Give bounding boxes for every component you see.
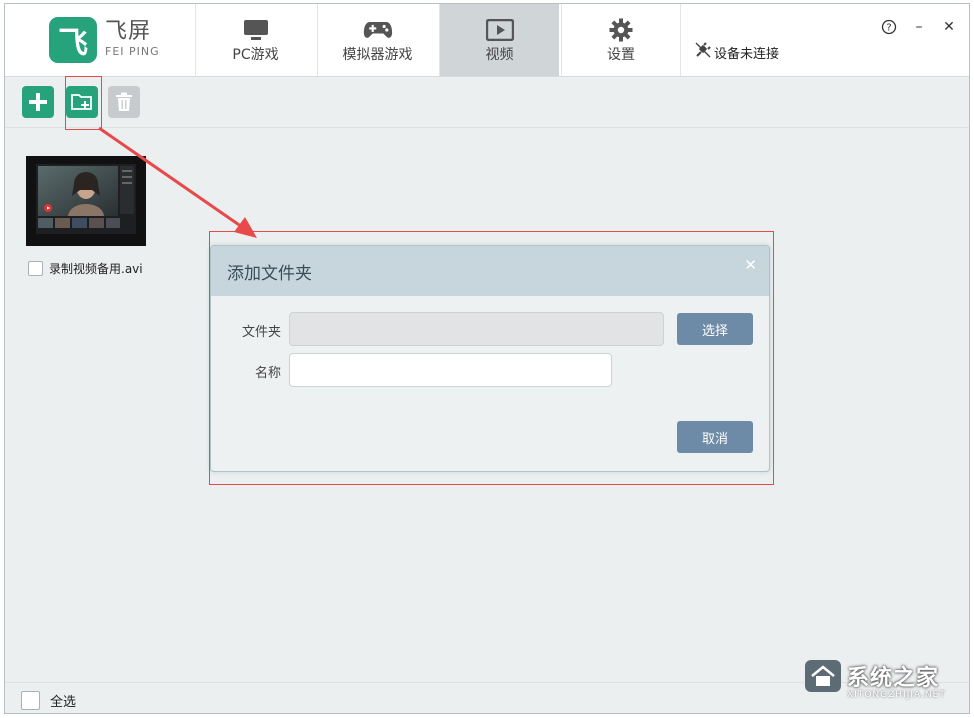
app-window: 飞 飞屏 FEI PING PC游戏 模拟器游戏 视频 设置 设备未连接 ? –…: [4, 3, 970, 714]
house-logo-icon: [805, 660, 841, 692]
annotation-arrow: [98, 126, 257, 238]
watermark-text: 系统之家: [847, 666, 940, 691]
site-watermark: 系统之家 XITONGZHIJIA.NET: [805, 660, 945, 700]
watermark-subtext: XITONGZHIJIA.NET: [847, 690, 946, 700]
